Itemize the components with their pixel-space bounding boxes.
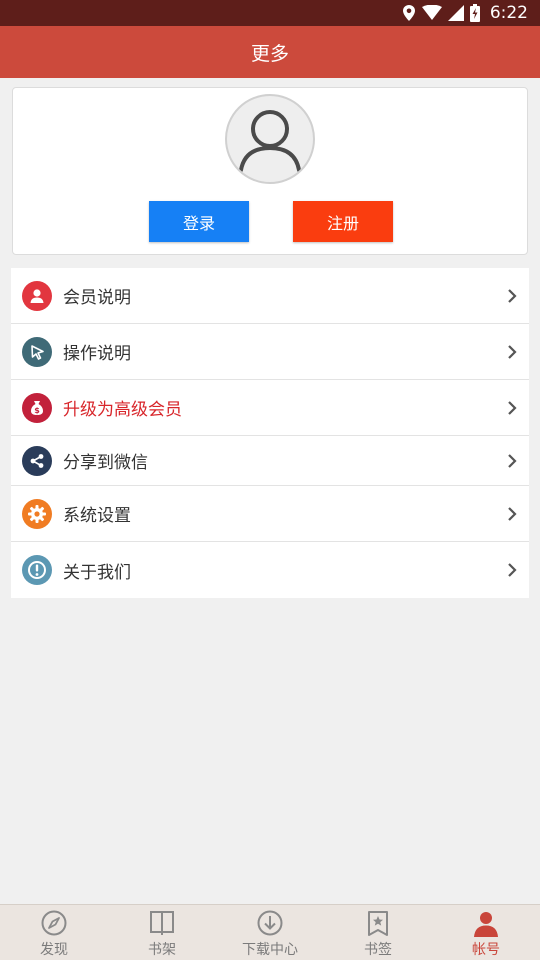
- chevron-right-icon: [508, 563, 517, 577]
- menu-item-about-us[interactable]: 关于我们: [11, 542, 529, 598]
- info-icon: [22, 555, 52, 585]
- status-icons: 6:22: [402, 0, 528, 26]
- member-icon: [22, 280, 52, 311]
- login-button[interactable]: 登录: [149, 201, 249, 242]
- chevron-right-icon: [508, 344, 517, 359]
- tab-label: 书签: [364, 942, 392, 958]
- menu-item-label: 升级为高级会员: [63, 400, 182, 420]
- tab-bookshelf[interactable]: 书架: [108, 905, 216, 960]
- wifi-icon: [421, 5, 442, 20]
- menu-item-system-settings[interactable]: 系统设置: [11, 486, 529, 542]
- book-icon: [150, 911, 174, 935]
- menu-item-share-wechat[interactable]: 分享到微信: [11, 436, 529, 486]
- app-bar: 更多: [0, 26, 540, 78]
- share-icon: [22, 445, 52, 476]
- money-bag-icon: $: [22, 392, 52, 423]
- download-icon: [257, 910, 283, 936]
- cursor-icon: [22, 336, 52, 367]
- page-title: 更多: [250, 42, 289, 65]
- chevron-right-icon: [508, 506, 517, 521]
- menu-item-label: 关于我们: [63, 562, 131, 583]
- tab-label: 发现: [40, 942, 68, 958]
- signal-icon: [447, 5, 464, 21]
- avatar-user-icon: [239, 110, 301, 172]
- menu-item-label: 系统设置: [63, 506, 131, 526]
- tab-account[interactable]: 帐号: [432, 905, 540, 960]
- avatar[interactable]: [225, 94, 315, 184]
- chevron-right-icon: [508, 453, 517, 468]
- tab-label: 下载中心: [242, 942, 298, 958]
- svg-text:$: $: [34, 406, 40, 415]
- menu-item-instructions[interactable]: 操作说明: [11, 324, 529, 380]
- battery-icon: [469, 4, 480, 22]
- compass-icon: [41, 910, 67, 936]
- chevron-right-icon: [508, 288, 517, 303]
- register-button[interactable]: 注册: [293, 201, 393, 242]
- tab-label: 帐号: [472, 942, 500, 958]
- location-icon: [402, 5, 415, 21]
- bookmark-icon: [368, 911, 388, 936]
- status-time: 6:22: [489, 3, 528, 23]
- menu-item-upgrade-premium[interactable]: $ 升级为高级会员: [11, 380, 529, 436]
- tab-download-center[interactable]: 下载中心: [216, 905, 324, 960]
- user-icon: [474, 912, 498, 937]
- gear-icon: [22, 498, 52, 529]
- menu-item-label: 会员说明: [63, 288, 131, 308]
- menu-list: 会员说明 操作说明 $ 升级为高级会员 分享到微信 系统设置 关于我们: [11, 268, 529, 598]
- status-bar: 6:22: [0, 0, 540, 26]
- profile-card: 登录 注册: [12, 87, 528, 255]
- tab-label: 书架: [148, 942, 176, 958]
- bottom-tab-bar: 发现 书架 下载中心 书签 帐号: [0, 904, 540, 960]
- menu-item-label: 分享到微信: [63, 453, 148, 473]
- menu-item-label: 操作说明: [63, 344, 131, 364]
- tab-bookmarks[interactable]: 书签: [324, 905, 432, 960]
- menu-item-member-info[interactable]: 会员说明: [11, 268, 529, 324]
- tab-discover[interactable]: 发现: [0, 905, 108, 960]
- chevron-right-icon: [508, 400, 517, 415]
